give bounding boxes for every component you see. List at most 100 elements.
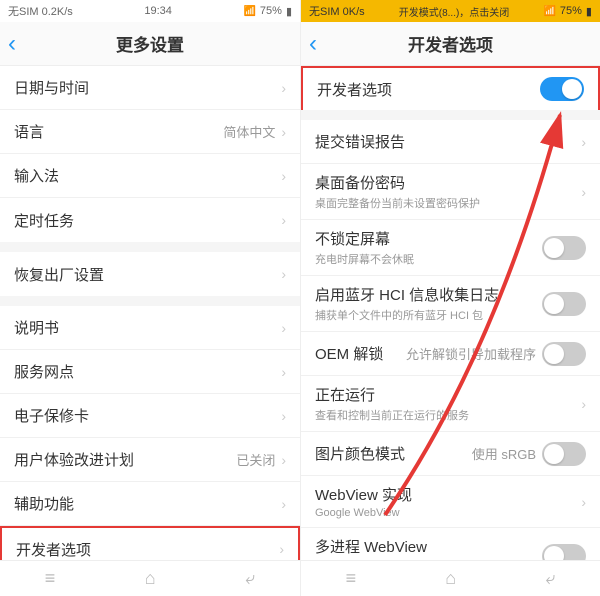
dev-option-row[interactable]: WebView 实现 Google WebView› — [301, 476, 600, 528]
settings-row[interactable]: 开发者选项› — [0, 526, 300, 560]
chevron-right-icon: › — [581, 184, 586, 200]
back-button[interactable]: ⤶ — [225, 564, 275, 593]
row-label: 桌面备份密码 — [315, 172, 581, 193]
status-bar: 无SIM 0.2K/s 19:34 📶75%▮ — [0, 0, 300, 22]
settings-row[interactable]: 服务网点› — [0, 350, 300, 394]
status-time: 19:34 — [144, 5, 172, 17]
chevron-right-icon: › — [281, 408, 286, 424]
dev-option-row[interactable]: 多进程 WebView 单独运行 WebView 渲染程序 — [301, 528, 600, 560]
row-label: 启用蓝牙 HCI 信息收集日志 — [315, 284, 542, 305]
row-label: 用户体验改进计划 — [14, 449, 236, 470]
battery: 75% — [260, 5, 282, 17]
row-value: 已关闭 — [236, 450, 275, 469]
settings-row[interactable]: 用户体验改进计划已关闭 › — [0, 438, 300, 482]
toggle-switch[interactable] — [542, 442, 586, 466]
row-subtitle: 捕获单个文件中的所有蓝牙 HCI 包 — [315, 307, 542, 323]
system-nav: ≡ ⌂ ⤶ — [301, 560, 600, 596]
settings-row[interactable]: 恢复出厂设置› — [0, 252, 300, 296]
status-bar-dev: 无SIM 0K/s 开发模式(8...)，点击关闭 📶75%▮ — [301, 0, 600, 22]
dev-option-row[interactable]: 启用蓝牙 HCI 信息收集日志捕获单个文件中的所有蓝牙 HCI 包 — [301, 276, 600, 332]
settings-row[interactable]: 定时任务› — [0, 198, 300, 242]
toggle-switch[interactable] — [540, 77, 584, 101]
battery: 75% — [560, 5, 582, 17]
developer-options-list: 开发者选项 提交错误报告›桌面备份密码桌面完整备份当前未设置密码保护›不锁定屏幕… — [301, 66, 600, 560]
back-icon[interactable]: ‹ — [8, 32, 16, 56]
page-title: 更多设置 — [116, 31, 184, 56]
row-label: 服务网点 — [14, 361, 281, 382]
developer-options-toggle-row[interactable]: 开发者选项 — [301, 66, 600, 110]
row-label: 输入法 — [14, 165, 281, 186]
row-value: 简体中文 — [223, 122, 275, 141]
row-value: 使用 sRGB — [472, 444, 536, 463]
row-label: WebView 实现 — [315, 484, 581, 505]
phone-right: 无SIM 0K/s 开发模式(8...)，点击关闭 📶75%▮ ‹ 开发者选项 … — [300, 0, 600, 596]
row-label: 语言 — [14, 121, 223, 142]
dev-option-row[interactable]: 不锁定屏幕充电时屏幕不会休眠 — [301, 220, 600, 276]
page-title: 开发者选项 — [408, 31, 493, 56]
row-subtitle: 查看和控制当前正在运行的服务 — [315, 407, 581, 423]
nav-bar: ‹ 开发者选项 — [301, 22, 600, 66]
dev-option-row[interactable]: 桌面备份密码桌面完整备份当前未设置密码保护› — [301, 164, 600, 220]
toggle-switch[interactable] — [542, 342, 586, 366]
chevron-right-icon: › — [281, 364, 286, 380]
dev-option-row[interactable]: 提交错误报告› — [301, 120, 600, 164]
dev-mode-banner[interactable]: 开发模式(8...)，点击关闭 — [399, 4, 510, 19]
row-label: 多进程 WebView — [315, 536, 542, 557]
home-button[interactable]: ⌂ — [125, 564, 176, 593]
dev-option-row[interactable]: OEM 解锁允许解锁引导加载程序 — [301, 332, 600, 376]
wifi-icon: 📶 — [543, 6, 555, 17]
sim-status: 无SIM 0.2K/s — [8, 3, 73, 19]
system-nav: ≡ ⌂ ⤶ — [0, 560, 300, 596]
row-label: 电子保修卡 — [14, 405, 281, 426]
settings-row[interactable]: 语言简体中文 › — [0, 110, 300, 154]
settings-row[interactable]: 辅助功能› — [0, 482, 300, 526]
settings-row[interactable]: 输入法› — [0, 154, 300, 198]
row-label: 日期与时间 — [14, 77, 281, 98]
recent-button[interactable]: ≡ — [25, 564, 76, 593]
settings-row[interactable]: 日期与时间› — [0, 66, 300, 110]
chevron-right-icon: › — [281, 168, 286, 184]
row-label: 正在运行 — [315, 384, 581, 405]
toggle-switch[interactable] — [542, 292, 586, 316]
row-subtitle: Google WebView — [315, 507, 581, 519]
dev-option-row[interactable]: 图片颜色模式使用 sRGB — [301, 432, 600, 476]
chevron-right-icon: › — [581, 396, 586, 412]
row-label: 图片颜色模式 — [315, 443, 472, 464]
chevron-right-icon: › — [581, 134, 586, 150]
settings-row[interactable]: 电子保修卡› — [0, 394, 300, 438]
sim-status: 无SIM 0K/s — [309, 3, 365, 19]
row-label: 说明书 — [14, 317, 281, 338]
chevron-right-icon: › — [279, 541, 284, 557]
row-label: 定时任务 — [14, 210, 281, 231]
home-button[interactable]: ⌂ — [425, 564, 476, 593]
row-label: 恢复出厂设置 — [14, 264, 281, 285]
row-label: 不锁定屏幕 — [315, 228, 542, 249]
chevron-right-icon: › — [281, 80, 286, 96]
recent-button[interactable]: ≡ — [326, 564, 377, 593]
row-value: 允许解锁引导加载程序 — [406, 344, 536, 363]
toggle-switch[interactable] — [542, 544, 586, 561]
row-label: 辅助功能 — [14, 493, 281, 514]
dev-option-row[interactable]: 正在运行查看和控制当前正在运行的服务› — [301, 376, 600, 432]
settings-row[interactable]: 说明书› — [0, 306, 300, 350]
row-label: 提交错误报告 — [315, 131, 581, 152]
row-subtitle: 充电时屏幕不会休眠 — [315, 251, 542, 267]
chevron-right-icon: › — [281, 496, 286, 512]
settings-list: 日期与时间›语言简体中文›输入法›定时任务›恢复出厂设置›说明书›服务网点›电子… — [0, 66, 300, 560]
toggle-switch[interactable] — [542, 236, 586, 260]
chevron-right-icon: › — [281, 266, 286, 282]
chevron-right-icon: › — [281, 320, 286, 336]
nav-bar: ‹ 更多设置 — [0, 22, 300, 66]
phone-left: 无SIM 0.2K/s 19:34 📶75%▮ ‹ 更多设置 日期与时间›语言简… — [0, 0, 300, 596]
back-icon[interactable]: ‹ — [309, 32, 317, 56]
row-label: 开发者选项 — [317, 79, 540, 100]
chevron-right-icon: › — [281, 452, 286, 468]
row-label: 开发者选项 — [16, 539, 279, 560]
row-subtitle: 单独运行 WebView 渲染程序 — [315, 559, 542, 560]
back-button[interactable]: ⤶ — [525, 564, 575, 593]
chevron-right-icon: › — [281, 212, 286, 228]
wifi-icon: 📶 — [243, 6, 255, 17]
row-subtitle: 桌面完整备份当前未设置密码保护 — [315, 195, 581, 211]
chevron-right-icon: › — [281, 124, 286, 140]
chevron-right-icon: › — [581, 494, 586, 510]
